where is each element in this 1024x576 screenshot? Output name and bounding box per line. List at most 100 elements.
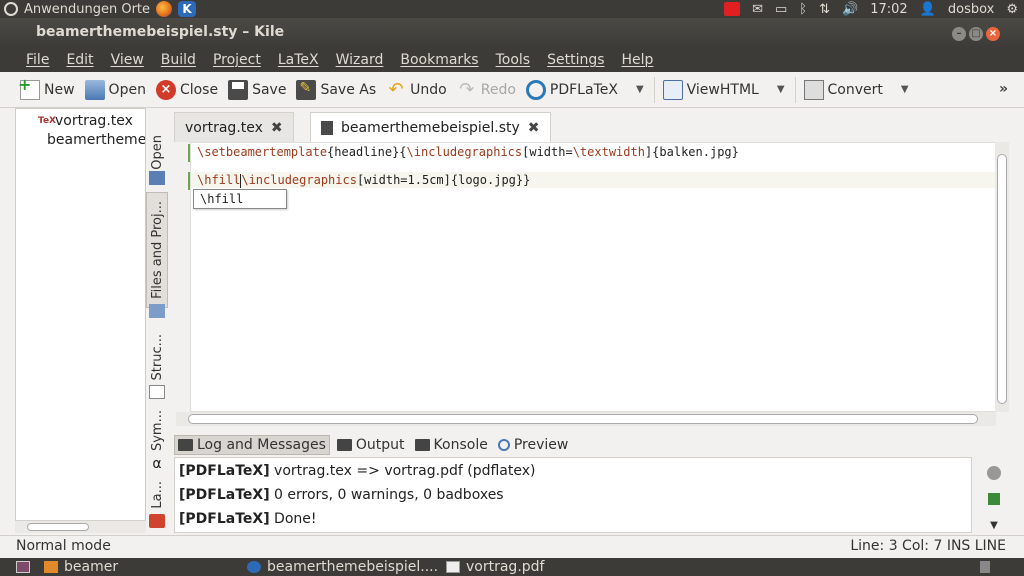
- code-line-3[interactable]: \hfill\includegraphics[width=1.5cm]{logo…: [197, 173, 530, 188]
- side-tab-latex[interactable]: La...: [146, 478, 168, 512]
- convert-dropdown-arrow-icon[interactable]: ▼: [901, 84, 909, 95]
- menubar: File Edit View Build Project LaTeX Wizar…: [0, 48, 1024, 72]
- editor-vertical-scrollbar[interactable]: [995, 142, 1009, 412]
- toolbar-separator: [794, 76, 796, 103]
- menu-settings[interactable]: Settings: [547, 52, 604, 68]
- taskbar-item-kile[interactable]: beamerthemebeispiel....: [247, 558, 438, 576]
- file-item[interactable]: TeX vortrag.tex: [38, 111, 145, 130]
- code-editor[interactable]: \setbeamertemplate{headline}{\includegra…: [190, 142, 996, 412]
- tab-vortrag-tex[interactable]: vortrag.tex ✖: [174, 112, 294, 142]
- open-button[interactable]: Open: [84, 79, 146, 100]
- places-menu[interactable]: Anwendungen Orte: [24, 2, 150, 17]
- redo-button[interactable]: ↷ Redo: [457, 79, 516, 100]
- terminal-green-icon: [988, 493, 1000, 505]
- file-item[interactable]: beamertheme: [38, 130, 145, 149]
- undo-button[interactable]: ↶ Undo: [386, 78, 447, 100]
- menu-edit[interactable]: Edit: [66, 52, 93, 68]
- chevron-down-icon: ▼: [990, 519, 998, 531]
- convert-button[interactable]: Convert ▼: [803, 79, 909, 100]
- scrollbar-thumb[interactable]: [997, 154, 1007, 404]
- tab-log-and-messages[interactable]: Log and Messages: [174, 435, 330, 455]
- maximize-button[interactable]: □: [969, 27, 983, 41]
- structure-icon: [149, 385, 165, 399]
- close-tab-icon[interactable]: ✖: [528, 120, 540, 136]
- code-line-1[interactable]: \setbeamertemplate{headline}{\includegra…: [197, 145, 739, 159]
- trash-button[interactable]: [980, 558, 990, 576]
- tab-preview[interactable]: Preview: [495, 436, 572, 454]
- save-button[interactable]: Save: [228, 79, 286, 100]
- menu-help[interactable]: Help: [622, 52, 654, 68]
- alpha-symbol-icon: α: [152, 456, 162, 472]
- new-button[interactable]: New: [18, 75, 75, 100]
- minimize-button[interactable]: –: [952, 27, 966, 41]
- battery-icon[interactable]: ▭: [775, 2, 787, 17]
- tab-konsole[interactable]: Konsole: [412, 436, 491, 454]
- viewhtml-button[interactable]: ViewHTML ▼: [662, 79, 785, 100]
- scrollbar-thumb[interactable]: [188, 414, 978, 424]
- pdflatex-button[interactable]: PDFLaTeX ▼: [525, 79, 644, 100]
- settings-gear-icon[interactable]: ⚙: [1006, 2, 1018, 17]
- bluetooth-icon[interactable]: ᛒ: [799, 2, 807, 17]
- side-tab-structure[interactable]: Struc...: [146, 330, 168, 384]
- menu-latex[interactable]: LaTeX: [278, 52, 319, 68]
- menu-bookmarks[interactable]: Bookmarks: [400, 52, 478, 68]
- open-files-icon: [149, 171, 165, 185]
- menu-view[interactable]: View: [111, 52, 144, 68]
- window-titlebar[interactable]: beamerthemebeispiel.sty – Kile – □ ×: [0, 18, 1024, 48]
- close-button[interactable]: × Close: [155, 79, 218, 100]
- view-document-icon: [662, 79, 683, 100]
- trash-icon: [980, 561, 990, 573]
- tab-beamerthemebeispiel-sty[interactable]: beamerthemebeispiel.sty ✖: [310, 112, 551, 142]
- user-menu[interactable]: dosbox: [948, 2, 994, 17]
- side-tab-symbols[interactable]: Sym...: [146, 408, 168, 454]
- log-icon: [178, 439, 193, 451]
- menu-tools[interactable]: Tools: [496, 52, 531, 68]
- pdflatex-dropdown-arrow-icon[interactable]: ▼: [636, 84, 644, 95]
- network-icon[interactable]: ⇅: [819, 2, 830, 17]
- mail-icon[interactable]: ✉: [752, 2, 763, 17]
- file-panel-scrollbar[interactable]: [15, 520, 146, 533]
- clock[interactable]: 17:02: [870, 2, 907, 17]
- log-line: [PDFLaTeX] Done!: [179, 511, 317, 527]
- toolbar-separator: [653, 76, 655, 103]
- save-as-icon: [296, 79, 317, 100]
- folder-icon: [44, 561, 58, 573]
- bottom-taskbar: beamer beamerthemebeispiel.... vortrag.p…: [0, 558, 1024, 576]
- desktop-screen: Anwendungen Orte K ✉ ▭ ᛒ ⇅ 🔊 17:02 👤 dos…: [0, 0, 1024, 576]
- save-as-button[interactable]: Save As: [296, 79, 376, 100]
- log-options-button[interactable]: [985, 491, 1003, 507]
- scroll-down-button[interactable]: ▼: [985, 517, 1003, 533]
- clear-icon: [987, 466, 1001, 480]
- taskbar-item-beamer[interactable]: beamer: [44, 558, 118, 576]
- menu-build[interactable]: Build: [161, 52, 196, 68]
- show-desktop-button[interactable]: [16, 558, 30, 576]
- ubuntu-logo-icon[interactable]: [4, 2, 18, 16]
- menu-file[interactable]: File: [26, 52, 49, 68]
- close-window-button[interactable]: ×: [986, 27, 1000, 41]
- latex-commands-icon: [149, 514, 165, 528]
- project-tree-icon: [149, 304, 165, 318]
- editor-horizontal-scrollbar[interactable]: [176, 412, 996, 426]
- log-messages-panel[interactable]: [PDFLaTeX] vortrag.tex => vortrag.pdf (p…: [174, 457, 972, 533]
- viewhtml-dropdown-arrow-icon[interactable]: ▼: [777, 84, 785, 95]
- open-files-panel: TeX vortrag.tex beamertheme: [15, 108, 146, 533]
- menu-project[interactable]: Project: [213, 52, 261, 68]
- toolbar-overflow-button[interactable]: »: [999, 81, 1008, 97]
- convert-icon: [803, 79, 824, 100]
- tab-output[interactable]: Output: [334, 436, 408, 454]
- scrollbar-thumb[interactable]: [27, 523, 89, 531]
- volume-icon[interactable]: 🔊: [842, 2, 858, 17]
- clear-log-button[interactable]: [985, 465, 1003, 481]
- autocomplete-popup[interactable]: \hfill: [193, 189, 287, 209]
- undo-arrow-icon: ↶: [388, 78, 404, 100]
- top-system-panel: Anwendungen Orte K ✉ ▭ ᛒ ⇅ 🔊 17:02 👤 dos…: [0, 0, 1024, 18]
- desktop-icon: [16, 561, 30, 573]
- menu-wizard[interactable]: Wizard: [336, 52, 384, 68]
- kile-launcher-icon[interactable]: K: [178, 1, 197, 17]
- document-icon: [321, 120, 333, 135]
- side-tab-files-and-projects[interactable]: Files and Proj...: [146, 192, 168, 308]
- taskbar-item-vortrag-pdf[interactable]: vortrag.pdf: [446, 558, 544, 576]
- firefox-launcher-icon[interactable]: [156, 1, 173, 17]
- record-indicator-icon[interactable]: [724, 2, 741, 16]
- close-tab-icon[interactable]: ✖: [271, 120, 283, 136]
